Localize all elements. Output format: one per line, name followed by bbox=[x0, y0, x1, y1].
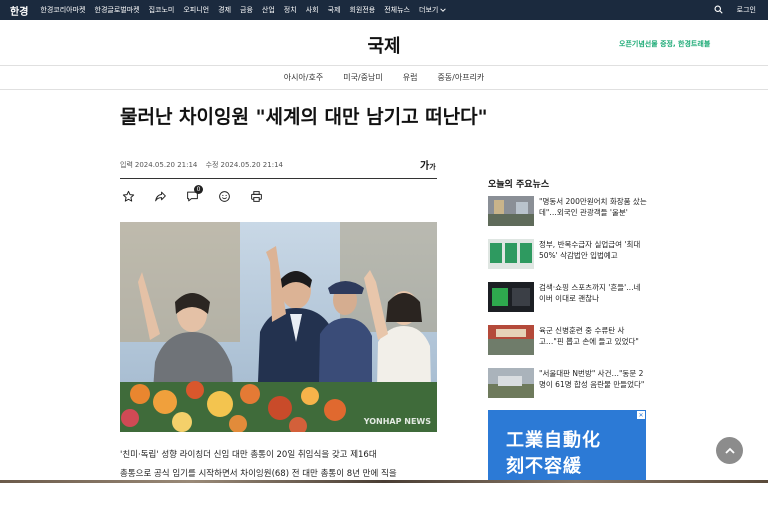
more-menu-button[interactable]: 더보기 bbox=[419, 5, 447, 15]
subnav-item-europe[interactable]: 유럽 bbox=[403, 72, 418, 83]
news-thumbnail bbox=[488, 282, 534, 312]
top-navigation-bar: 한경 한경코리아마켓 한경글로벌마켓 집코노미 오피니언 경제 금융 산업 정치… bbox=[0, 0, 768, 20]
subnav-item-mideast[interactable]: 중동/아프리카 bbox=[437, 72, 484, 83]
news-headline: 검색·쇼핑 스포츠까지 '흔들'…네이버 이대로 괜찮나 bbox=[539, 283, 641, 303]
scroll-top-button[interactable] bbox=[716, 437, 743, 464]
smiley-icon bbox=[218, 190, 230, 202]
article-photo[interactable]: YONHAP NEWS bbox=[120, 222, 437, 432]
top-nav-item[interactable]: 금융 bbox=[240, 5, 253, 15]
top-news-item[interactable]: 육군 신병훈련 중 수류탄 사고…"핀 뽑고 손에 들고 있었다" bbox=[488, 325, 648, 368]
topbar-right: 로그인 bbox=[714, 0, 756, 20]
bottom-image-strip bbox=[0, 480, 768, 483]
top-nav-item[interactable]: 전체뉴스 bbox=[384, 5, 410, 15]
meta-divider bbox=[120, 178, 437, 179]
top-news-item[interactable]: 검색·쇼핑 스포츠까지 '흔들'…네이버 이대로 괜찮나 bbox=[488, 282, 648, 325]
bookmark-button[interactable] bbox=[120, 188, 136, 204]
top-nav-item[interactable]: 집코노미 bbox=[149, 5, 175, 15]
share-arrow-icon bbox=[154, 191, 166, 201]
news-headline: 정부, 반복수급자 실업급여 '최대 50%' 삭감법안 입법예고 bbox=[539, 240, 641, 260]
top-nav-item[interactable]: 한경글로벌마켓 bbox=[95, 5, 140, 15]
top-nav-item[interactable]: 산업 bbox=[262, 5, 275, 15]
site-logo[interactable]: 한경 bbox=[10, 3, 28, 18]
comment-button[interactable]: 0 bbox=[184, 185, 203, 204]
news-thumbnail bbox=[488, 325, 534, 355]
edit-label: 수정 bbox=[205, 161, 219, 169]
promo-link[interactable]: 오픈기념선물 증정, 한경트래블 bbox=[619, 39, 710, 49]
edit-time: 2024.05.20 21:14 bbox=[220, 161, 283, 169]
top-nav-item[interactable]: 사회 bbox=[306, 5, 319, 15]
sidebar-ad[interactable]: 工業自動化 刻不容緩 ✕ bbox=[488, 410, 646, 482]
article-body: '친미·독립' 성향 라이칭더 신임 대만 총통이 20일 취임식을 갖고 제1… bbox=[120, 446, 450, 484]
font-size-small: 가 bbox=[429, 163, 436, 171]
article-meta: 입력 2024.05.20 21:14 수정 2024.05.20 21:14 bbox=[120, 160, 289, 170]
inauguration-photo bbox=[120, 222, 437, 432]
news-headline: "서울대판 N번방" 사건…"동문 2명이 61명 합성 음란물 만들었다" bbox=[539, 369, 645, 389]
article-actions: 0 bbox=[120, 185, 280, 204]
top-nav-item[interactable]: 회원전용 bbox=[349, 5, 375, 15]
comment-count-badge: 0 bbox=[194, 185, 203, 194]
print-button[interactable] bbox=[248, 188, 264, 204]
font-size-big: 가 bbox=[420, 161, 430, 172]
sidebar-title: 오늘의 주요뉴스 bbox=[488, 180, 550, 190]
body-paragraph: '친미·독립' 성향 라이칭더 신임 대만 총통이 20일 취임식을 갖고 제1… bbox=[120, 450, 377, 460]
login-link[interactable]: 로그인 bbox=[737, 5, 756, 15]
news-headline: "명동서 200만원어치 화장품 샀는데"…외국인 관광객들 '울분' bbox=[539, 197, 647, 217]
ad-text-line1: 工業自動化 bbox=[506, 430, 601, 451]
ad-text-line2: 刻不容緩 bbox=[506, 456, 582, 477]
printer-icon bbox=[250, 190, 262, 202]
input-label: 입력 bbox=[120, 161, 133, 169]
article-headline: 물러난 차이잉원 "세계의 대만 남기고 떠난다" bbox=[120, 106, 488, 128]
top-news-item[interactable]: "명동서 200만원어치 화장품 샀는데"…외국인 관광객들 '울분' bbox=[488, 196, 648, 239]
top-nav-item[interactable]: 한경코리아마켓 bbox=[40, 5, 85, 15]
news-headline: 육군 신병훈련 중 수류탄 사고…"핀 뽑고 손에 들고 있었다" bbox=[539, 326, 639, 346]
share-button[interactable] bbox=[152, 188, 168, 204]
section-header: 국제 오픈기념선물 증정, 한경트래블 bbox=[0, 20, 768, 66]
top-news-item[interactable]: 정부, 반복수급자 실업급여 '최대 50%' 삭감법안 입법예고 bbox=[488, 239, 648, 282]
subnav-item-america[interactable]: 미국/중남미 bbox=[343, 72, 383, 83]
top-news-list: "명동서 200만원어치 화장품 샀는데"…외국인 관광객들 '울분' 정부, … bbox=[488, 196, 648, 411]
font-size-button[interactable]: 가가 bbox=[420, 157, 436, 172]
more-menu-label: 더보기 bbox=[419, 6, 439, 14]
chevron-down-icon bbox=[440, 8, 447, 12]
news-thumbnail bbox=[488, 196, 534, 226]
reaction-button[interactable] bbox=[216, 188, 232, 204]
ad-close-icon[interactable]: ✕ bbox=[637, 411, 645, 419]
chevron-up-icon bbox=[724, 447, 735, 454]
star-icon bbox=[122, 190, 134, 202]
top-nav-item[interactable]: 국제 bbox=[328, 5, 341, 15]
input-time: 2024.05.20 21:14 bbox=[134, 161, 198, 169]
top-nav-item[interactable]: 경제 bbox=[218, 5, 231, 15]
top-news-item[interactable]: "서울대판 N번방" 사건…"동문 2명이 61명 합성 음란물 만들었다" bbox=[488, 368, 648, 411]
top-nav-item[interactable]: 정치 bbox=[284, 5, 297, 15]
news-thumbnail bbox=[488, 239, 534, 269]
sub-navigation: 아시아/호주 미국/중남미 유럽 중동/아프리카 bbox=[0, 66, 768, 90]
search-icon[interactable] bbox=[714, 4, 723, 16]
photo-credit: YONHAP NEWS bbox=[363, 417, 431, 426]
top-nav: 한경코리아마켓 한경글로벌마켓 집코노미 오피니언 경제 금융 산업 정치 사회… bbox=[40, 5, 455, 15]
news-thumbnail bbox=[488, 368, 534, 398]
top-nav-item[interactable]: 오피니언 bbox=[183, 5, 209, 15]
subnav-item-asia[interactable]: 아시아/호주 bbox=[284, 72, 324, 83]
